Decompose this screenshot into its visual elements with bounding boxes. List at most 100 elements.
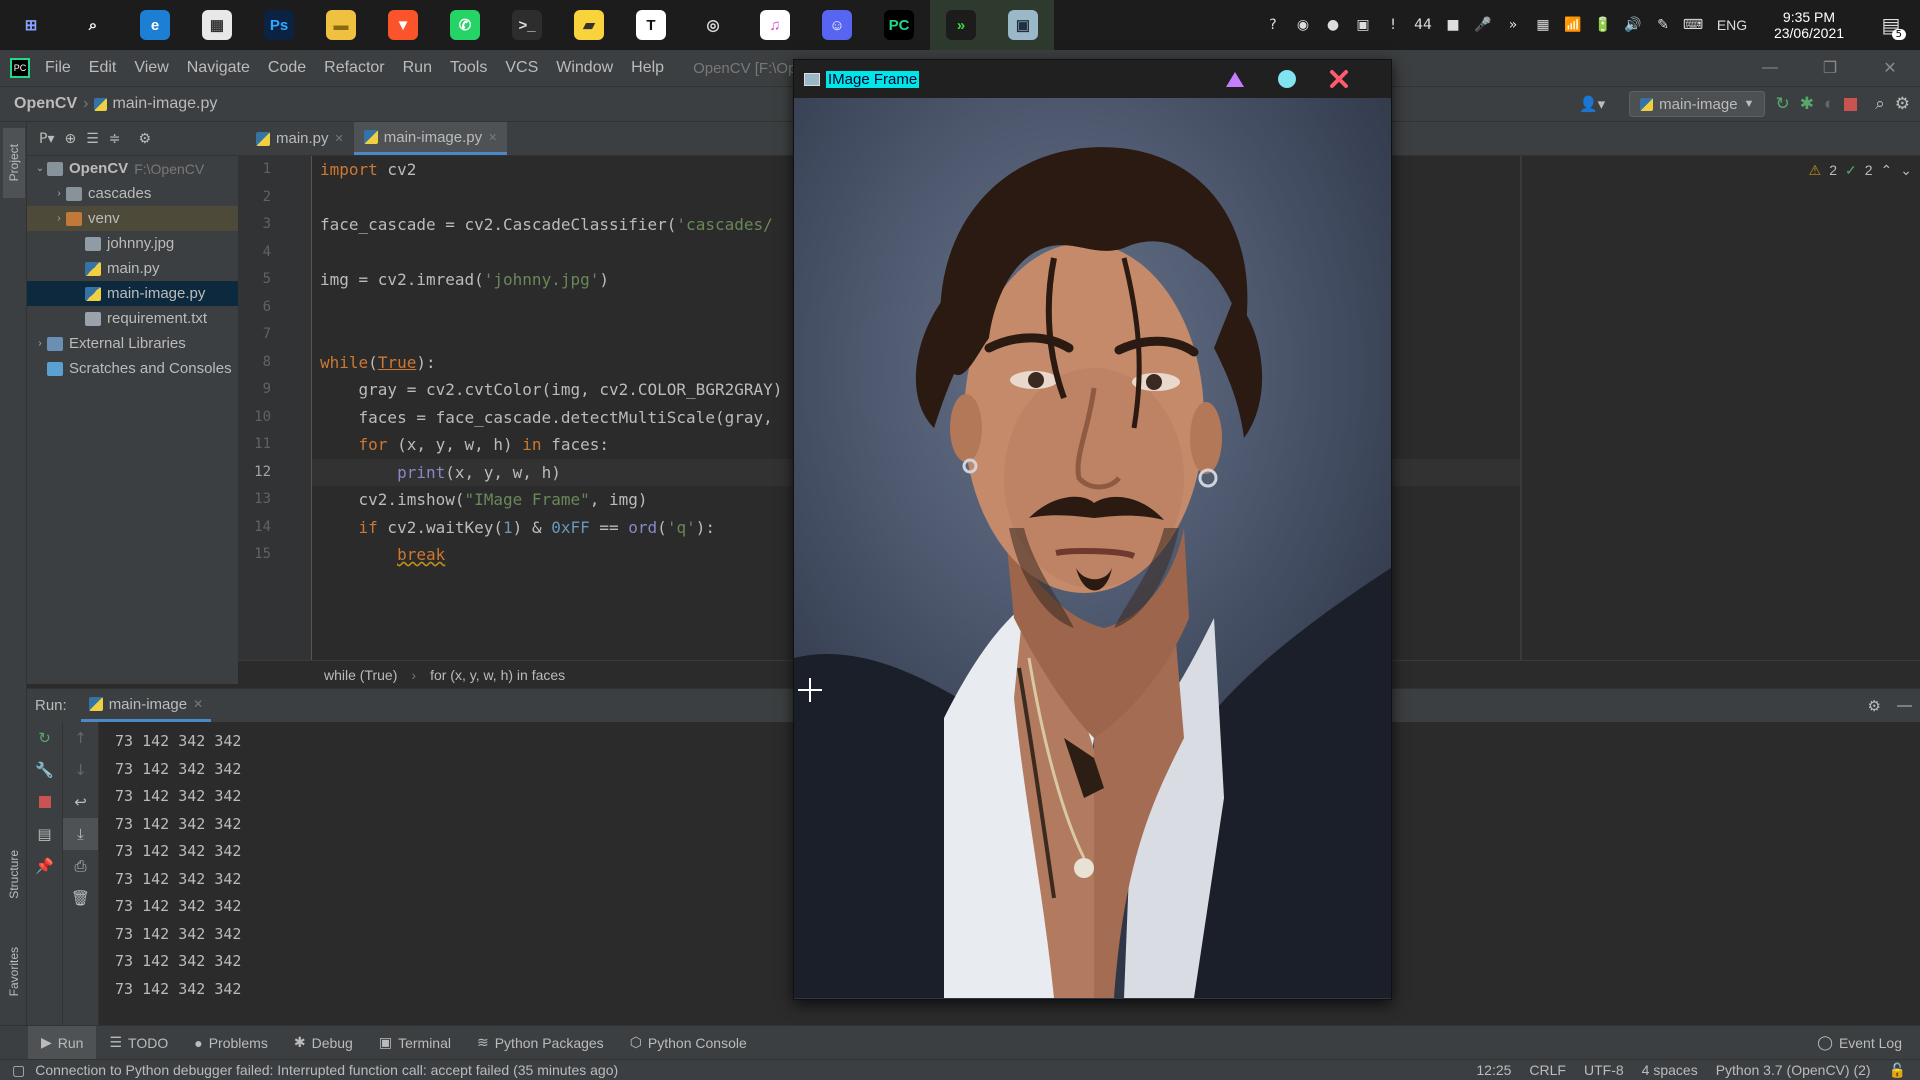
toolwindow-terminal[interactable]: ▣ Terminal (366, 1026, 464, 1060)
lock-icon[interactable]: 🔓 (1889, 1062, 1906, 1079)
locate-icon[interactable]: ⊕ (64, 131, 76, 147)
tray-icon[interactable]: ⌨ (1678, 0, 1708, 50)
scroll-to-end-icon[interactable]: ⤓ (63, 818, 98, 850)
menu-help[interactable]: Help (622, 59, 673, 77)
pin-icon[interactable]: 📌 (27, 850, 62, 882)
pycharm-taskbar-button[interactable]: PC (868, 0, 930, 50)
nav-project[interactable]: OpenCV (0, 95, 77, 113)
rerun-icon[interactable]: ↻ (27, 722, 62, 754)
tray-icon[interactable]: 📶 (1558, 0, 1588, 50)
breadcrumb-item[interactable]: while (True) (324, 667, 397, 683)
arrow-down-icon[interactable]: ↓ (63, 754, 98, 786)
tree-item-cascades[interactable]: › cascades (27, 181, 238, 206)
favorites-tool-tab[interactable]: Favorites (3, 932, 25, 1012)
inspection-widget[interactable]: ⚠ 2 ✓ 2 ⌃ ⌄ (1809, 162, 1912, 179)
terminal-taskbar-button[interactable]: >_ (496, 0, 558, 50)
image-window-titlebar[interactable]: IMage Frame (794, 60, 1391, 98)
event-log-button[interactable]: ◯ Event Log (1817, 1034, 1902, 1051)
project-view-selector[interactable]: P▾ (39, 131, 54, 147)
layout-icon[interactable]: ▤ (27, 818, 62, 850)
typora-taskbar-button[interactable]: T (620, 0, 682, 50)
print-icon[interactable]: ⎙ (63, 850, 98, 882)
settings-gear-icon[interactable]: ⚙ (139, 131, 152, 147)
caret-position[interactable]: 12:25 (1476, 1062, 1511, 1079)
tree-item-requirement-txt[interactable]: requirement.txt (27, 306, 238, 331)
tray-icon[interactable]: ● (1318, 0, 1348, 50)
close-icon[interactable]: ✕ (335, 132, 344, 145)
edge-taskbar-button[interactable]: e (124, 0, 186, 50)
wrench-icon[interactable]: 🔧 (27, 754, 62, 786)
close-icon[interactable]: ✕ (488, 131, 497, 144)
status-panel-icon[interactable]: ▢ (12, 1062, 25, 1079)
tree-item-main-py[interactable]: main.py (27, 256, 238, 281)
discord-like-taskbar-button[interactable]: ☺ (806, 0, 868, 50)
tray-icon[interactable]: ■ (1438, 0, 1468, 50)
tray-icon[interactable]: ? (1258, 0, 1288, 50)
itunes-taskbar-button[interactable]: ♫ (744, 0, 806, 50)
toolwindow-todo[interactable]: ☰ TODO (96, 1026, 181, 1060)
project-tool-tab[interactable]: Project (3, 128, 25, 198)
tab-main-image-py[interactable]: main-image.py ✕ (353, 122, 508, 155)
tree-item-external-libraries[interactable]: › External Libraries (27, 331, 238, 356)
store-taskbar-button[interactable]: ▦ (186, 0, 248, 50)
obs-taskbar-button[interactable]: ◎ (682, 0, 744, 50)
tray-icon[interactable]: » (1498, 0, 1528, 50)
nav-file[interactable]: main-image.py (112, 95, 217, 113)
search-everywhere-icon[interactable]: ⌕ (1875, 94, 1885, 114)
stop-icon[interactable] (27, 786, 62, 818)
tray-icon[interactable]: ✎ (1648, 0, 1678, 50)
close-button[interactable]: ✕ (1860, 50, 1920, 86)
menu-view[interactable]: View (125, 59, 177, 77)
menu-refactor[interactable]: Refactor (315, 59, 393, 77)
chevron-down-icon[interactable]: ⌄ (1900, 162, 1912, 179)
tray-icon[interactable]: 44 (1408, 0, 1438, 50)
trash-icon[interactable]: 🗑 (63, 882, 98, 914)
run-config-selector[interactable]: main-image ▼ (1629, 91, 1766, 117)
photoshop-taskbar-button[interactable]: Ps (248, 0, 310, 50)
close-x-button[interactable] (1313, 60, 1365, 98)
tree-item-venv[interactable]: › venv (27, 206, 238, 231)
close-icon[interactable]: ✕ (193, 697, 203, 711)
tree-item-scratches-and-consoles[interactable]: Scratches and Consoles (27, 356, 238, 381)
tray-icon[interactable]: 🔊 (1618, 0, 1648, 50)
language-indicator[interactable]: ENG (1708, 0, 1756, 50)
breadcrumb-item[interactable]: for (x, y, w, h) in faces (430, 667, 565, 683)
minimize-button[interactable]: — (1740, 50, 1800, 86)
notification-center-button[interactable]: ▤ 5 (1862, 0, 1920, 50)
toolwindow-python-packages[interactable]: ≋ Python Packages (464, 1026, 617, 1060)
menu-tools[interactable]: Tools (441, 59, 496, 77)
clock[interactable]: 9:35 PM 23/06/2021 (1756, 0, 1862, 50)
tray-icon[interactable]: ▦ (1528, 0, 1558, 50)
menu-vcs[interactable]: VCS (496, 59, 547, 77)
tray-icon[interactable]: ! (1378, 0, 1408, 50)
menu-edit[interactable]: Edit (80, 59, 126, 77)
sticky-notes-taskbar-button[interactable]: ▰ (558, 0, 620, 50)
chevron-up-icon[interactable]: ⌃ (1881, 162, 1893, 179)
indent-setting[interactable]: 4 spaces (1642, 1062, 1698, 1079)
soft-wrap-icon[interactable]: ↩ (63, 786, 98, 818)
user-icon[interactable]: 👤▾ (1579, 95, 1605, 113)
settings-gear-icon[interactable]: ⚙ (1868, 697, 1881, 715)
image-window-taskbar-button[interactable]: ▣ (992, 0, 1054, 50)
maximize-circle-button[interactable] (1261, 60, 1313, 98)
menu-window[interactable]: Window (547, 59, 622, 77)
minimize-triangle-button[interactable] (1209, 60, 1261, 98)
hide-icon[interactable]: — (1897, 697, 1912, 715)
tree-root[interactable]: ⌄ OpenCV F:\OpenCV (27, 156, 238, 181)
toolwindow-debug[interactable]: ✱ Debug (281, 1026, 366, 1060)
structure-tool-tab[interactable]: Structure (3, 834, 25, 914)
tray-icon[interactable]: 🎤 (1468, 0, 1498, 50)
coverage-icon[interactable]: ◐ (1824, 94, 1834, 114)
status-message[interactable]: Connection to Python debugger failed: In… (35, 1062, 618, 1078)
menu-code[interactable]: Code (259, 59, 315, 77)
tree-item-johnny-jpg[interactable]: johnny.jpg (27, 231, 238, 256)
tray-icon[interactable]: ▣ (1348, 0, 1378, 50)
opencv-image-window[interactable]: IMage Frame (793, 59, 1392, 1000)
menu-run[interactable]: Run (394, 59, 441, 77)
stop-icon[interactable] (1844, 97, 1858, 111)
tray-icon[interactable]: ◉ (1288, 0, 1318, 50)
arrow-up-icon[interactable]: ↑ (63, 722, 98, 754)
toolwindow-python-console[interactable]: ⬡ Python Console (617, 1026, 760, 1060)
collapse-all-icon[interactable]: ≑ (109, 131, 121, 147)
search-taskbar-button[interactable]: ⌕ (62, 0, 124, 50)
